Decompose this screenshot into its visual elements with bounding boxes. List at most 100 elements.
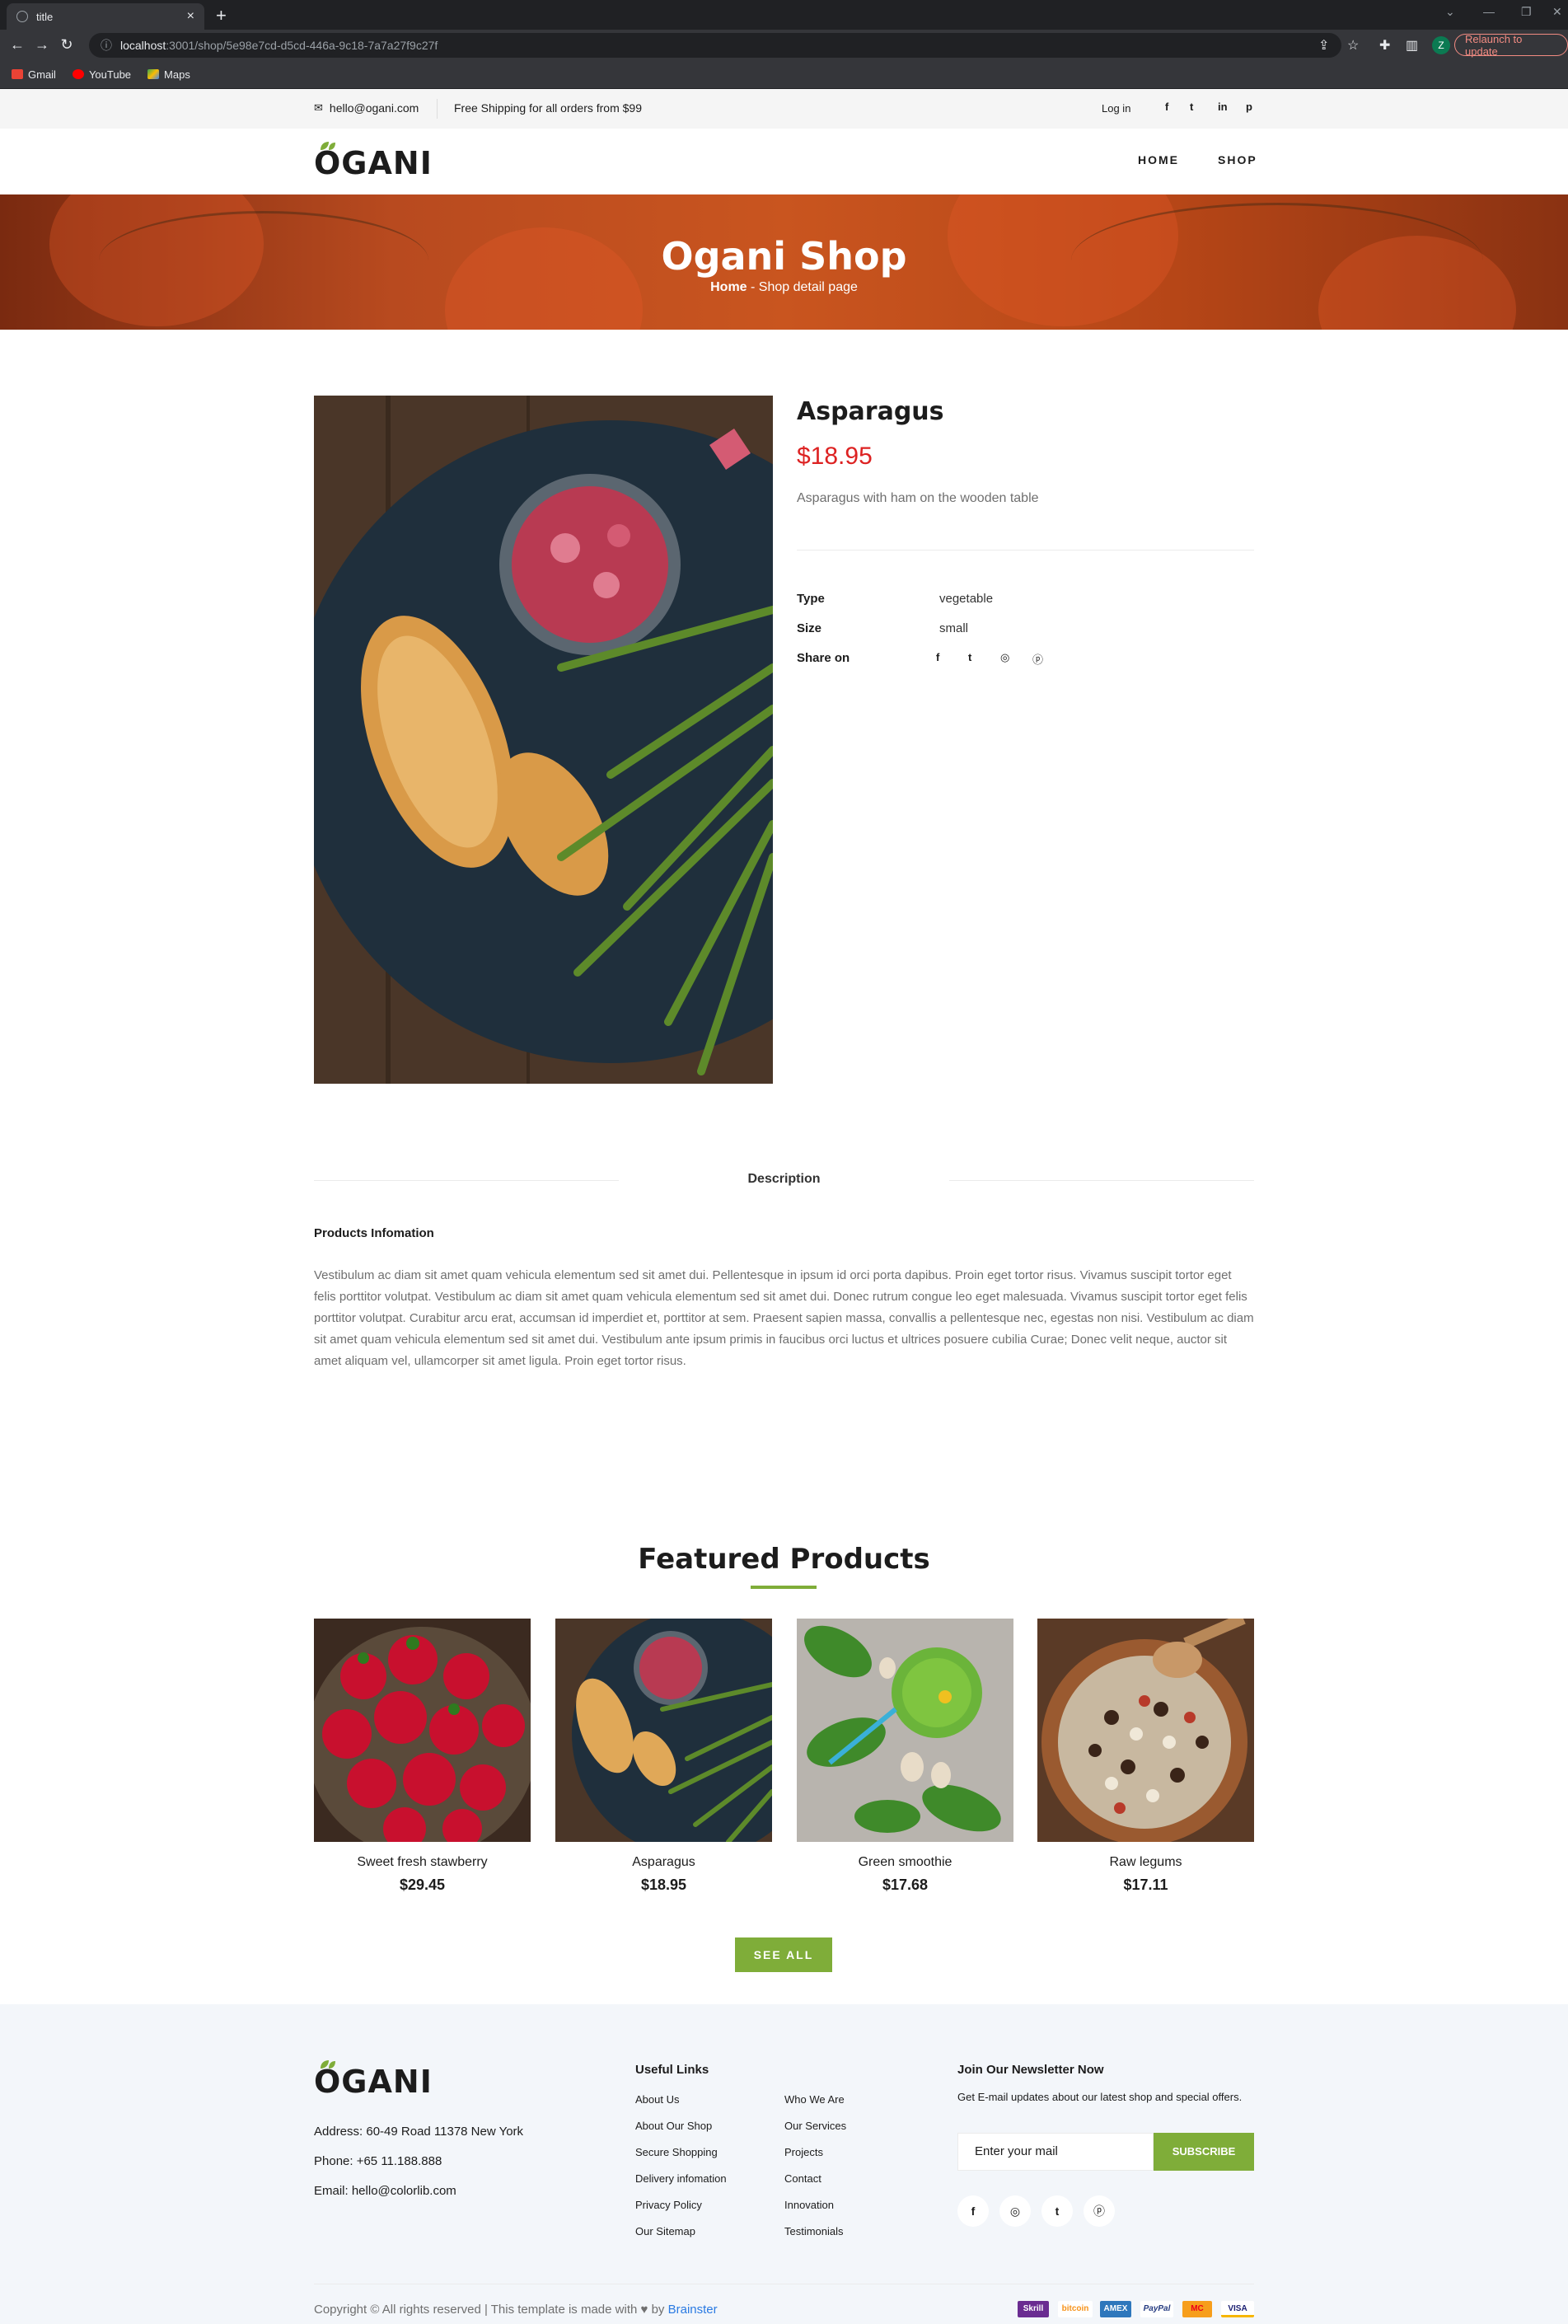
menu-home[interactable]: HOME <box>1138 153 1179 166</box>
product-card-name[interactable]: Asparagus <box>555 1855 772 1870</box>
footer-instagram-icon[interactable]: ◎ <box>999 2195 1031 2227</box>
skrill-icon: Skrill <box>1018 2301 1049 2317</box>
reload-icon[interactable]: ↻ <box>54 36 79 54</box>
footer-address: Address: 60-49 Road 11378 New York <box>314 2125 524 2139</box>
minimize-icon[interactable]: — <box>1483 5 1495 18</box>
share-twitter-icon[interactable]: t <box>968 651 971 663</box>
product-card-image[interactable] <box>314 1619 531 1842</box>
subscribe-button[interactable]: SUBSCRIBE <box>1154 2133 1254 2171</box>
hero-title: Ogani Shop <box>661 234 907 279</box>
facebook-icon[interactable]: f <box>1165 101 1168 113</box>
product-card[interactable]: Asparagus $18.95 <box>555 1619 772 1894</box>
new-tab-icon[interactable]: + <box>216 5 227 26</box>
bookmark-label: Gmail <box>28 68 56 81</box>
close-icon[interactable]: × <box>187 9 194 24</box>
address-bar[interactable]: ⓘ localhost :3001/shop/5e98e7cd-d5cd-446… <box>89 33 1341 58</box>
footer-twitter-icon[interactable]: t <box>1041 2195 1073 2227</box>
product-card[interactable]: Green smoothie $17.68 <box>797 1619 1013 1894</box>
mastercard-icon: MC <box>1182 2301 1212 2317</box>
product-card-name[interactable]: Sweet fresh stawberry <box>314 1855 531 1870</box>
twitter-icon[interactable]: t <box>1190 101 1193 113</box>
share-instagram-icon[interactable]: ◎ <box>1000 651 1009 664</box>
footer-link-about-us[interactable]: About Us <box>635 2093 679 2106</box>
breadcrumb-separator: - <box>747 280 759 294</box>
footer-link-delivery[interactable]: Delivery infomation <box>635 2172 727 2185</box>
share-pinterest-icon[interactable]: ⓟ <box>1032 651 1043 667</box>
footer-link-testimonials[interactable]: Testimonials <box>784 2225 844 2237</box>
info-icon: ⓘ <box>101 39 112 52</box>
product-card-name[interactable]: Green smoothie <box>797 1855 1013 1870</box>
tab-search-icon[interactable]: ⌄ <box>1445 5 1455 19</box>
footer-link-contact[interactable]: Contact <box>784 2172 821 2185</box>
site-header: OGANI HOME SHOP <box>0 129 1568 194</box>
bookmark-label: YouTube <box>88 68 132 81</box>
share-facebook-icon[interactable]: f <box>936 651 939 663</box>
description-tab-bar: Description <box>314 1170 1254 1190</box>
footer-link-secure-shopping[interactable]: Secure Shopping <box>635 2146 718 2158</box>
restore-icon[interactable]: ❐ <box>1521 5 1532 19</box>
paypal-icon: PayPal <box>1140 2301 1173 2317</box>
strawberry-photo <box>314 1619 531 1842</box>
see-all-button[interactable]: SEE ALL <box>735 1937 832 1972</box>
relaunch-button[interactable]: Relaunch to update <box>1454 33 1568 58</box>
footer-link-projects[interactable]: Projects <box>784 2146 823 2158</box>
product-card-price: $17.68 <box>882 1877 929 1893</box>
product-card-image[interactable] <box>797 1619 1013 1842</box>
pinterest-icon[interactable]: p <box>1246 101 1252 113</box>
product-image <box>314 396 773 1084</box>
footer-link-about-shop[interactable]: About Our Shop <box>635 2120 712 2132</box>
useful-links-title: Useful Links <box>635 2063 709 2077</box>
leaf-icon <box>321 142 335 150</box>
footer-pinterest-icon[interactable]: ⓟ <box>1084 2195 1115 2227</box>
back-icon[interactable]: ← <box>5 36 30 54</box>
footer-link-privacy[interactable]: Privacy Policy <box>635 2199 702 2211</box>
extensions-icon[interactable]: ✚ <box>1379 37 1390 54</box>
brand-link[interactable]: Brainster <box>668 2303 718 2317</box>
star-icon[interactable]: ☆ <box>1347 37 1359 54</box>
profile-avatar[interactable]: Z <box>1432 36 1450 54</box>
footer-email: Email: hello@colorlib.com <box>314 2184 456 2198</box>
login-link[interactable]: Log in <box>1102 102 1130 115</box>
footer-link-innovation[interactable]: Innovation <box>784 2199 834 2211</box>
site-footer <box>0 2004 1568 2324</box>
green-smoothie-photo <box>797 1619 1013 1842</box>
heart-icon: ♥ <box>640 2303 648 2317</box>
footer-link-who-we-are[interactable]: Who We Are <box>784 2093 845 2106</box>
product-card[interactable]: Raw legums $17.11 <box>1037 1619 1254 1894</box>
product-card-image[interactable] <box>1037 1619 1254 1842</box>
breadcrumb-home[interactable]: Home <box>710 280 747 294</box>
browser-tab[interactable]: title × <box>7 3 204 30</box>
bookmark-gmail[interactable]: Gmail <box>12 68 56 81</box>
tab-title: title <box>36 10 54 23</box>
breadcrumb: Home - Shop detail page <box>0 280 1568 295</box>
breadcrumb-current: Shop detail page <box>758 280 858 294</box>
topbar-email-text: hello@ogani.com <box>329 101 419 115</box>
footer-link-sitemap[interactable]: Our Sitemap <box>635 2225 695 2237</box>
footer-link-services[interactable]: Our Services <box>784 2120 846 2132</box>
linkedin-icon[interactable]: in <box>1218 101 1228 113</box>
sidepanel-icon[interactable]: ▥ <box>1406 37 1418 54</box>
url-host: localhost <box>120 39 166 52</box>
menu-shop[interactable]: SHOP <box>1218 153 1257 166</box>
product-card-name[interactable]: Raw legums <box>1037 1855 1254 1870</box>
footer-facebook-icon[interactable]: f <box>957 2195 989 2227</box>
window-close-icon[interactable]: ✕ <box>1552 5 1562 19</box>
newsletter-email-input[interactable]: Enter your mail <box>957 2133 1154 2171</box>
product-price: $18.95 <box>797 443 873 470</box>
footer-logo[interactable]: OGANI <box>314 2060 433 2100</box>
asparagus-photo <box>314 396 773 1084</box>
leaf-icon <box>321 2060 335 2069</box>
bookmark-maps[interactable]: Maps <box>147 68 190 81</box>
browser-toolbar: ← → ↻ ⓘ localhost :3001/shop/5e98e7cd-d5… <box>0 30 1568 60</box>
envelope-icon: ✉ <box>314 101 323 114</box>
logo[interactable]: OGANI <box>314 142 433 181</box>
youtube-icon <box>72 69 84 79</box>
product-card-image[interactable] <box>555 1619 772 1842</box>
bookmark-youtube[interactable]: YouTube <box>72 68 132 81</box>
browser-tab-strip: title × + ⌄ — ❐ ✕ <box>0 0 1568 30</box>
product-card[interactable]: Sweet fresh stawberry $29.45 <box>314 1619 531 1894</box>
share-icon[interactable]: ⇪ <box>1318 37 1329 54</box>
forward-icon[interactable]: → <box>30 36 54 54</box>
tab-description[interactable]: Description <box>314 1172 1254 1187</box>
product-card-price: $29.45 <box>399 1877 446 1893</box>
